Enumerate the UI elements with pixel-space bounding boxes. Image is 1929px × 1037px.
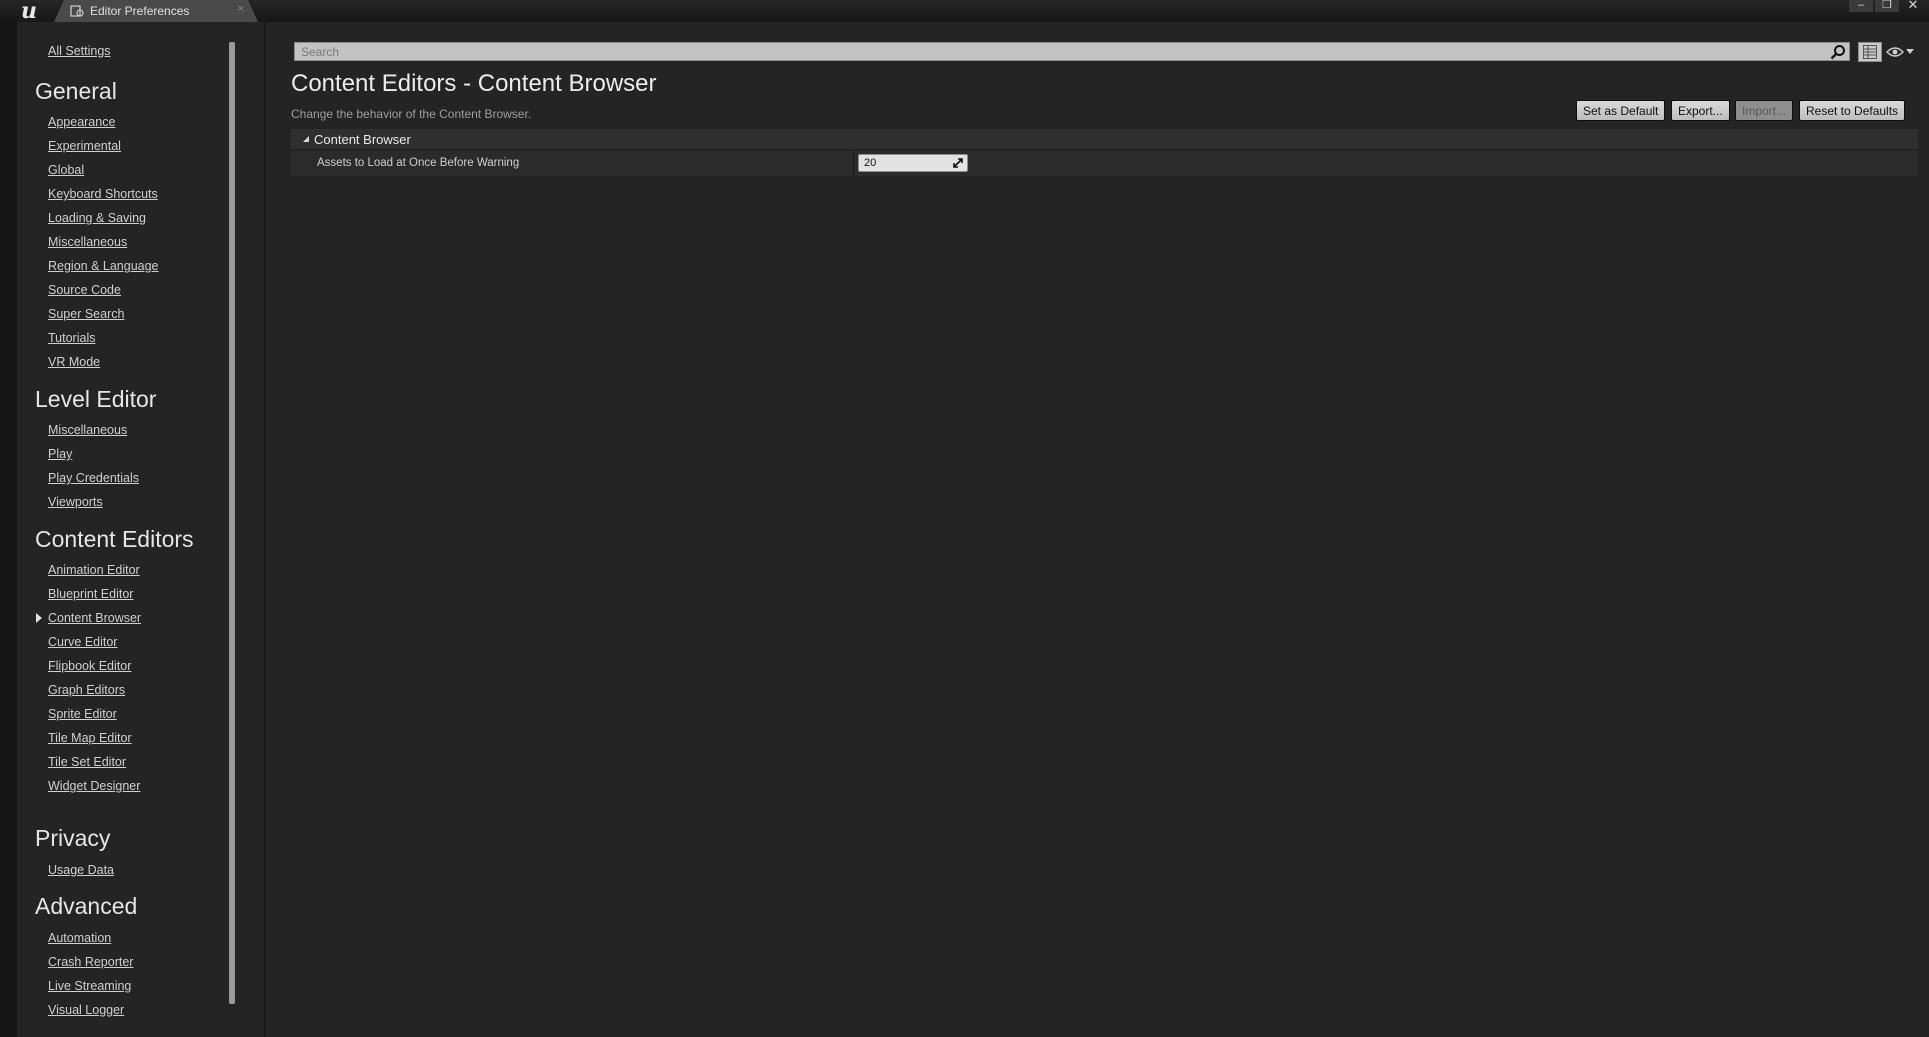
set-as-default-button[interactable]: Set as Default	[1576, 100, 1666, 121]
collapse-arrow-icon[interactable]	[303, 136, 309, 142]
category-label: Content Browser	[314, 131, 411, 147]
sidebar-item-play-credentials[interactable]: Play Credentials	[48, 471, 139, 485]
search-box	[294, 42, 1850, 61]
sidebar-item-region-language[interactable]: Region & Language	[48, 259, 159, 273]
sidebar-item-flipbook-editor[interactable]: Flipbook Editor	[48, 659, 131, 673]
sidebar-item-loading-saving[interactable]: Loading & Saving	[48, 211, 146, 225]
sidebar-item-tile-set-editor[interactable]: Tile Set Editor	[48, 755, 126, 769]
tab-label: Editor Preferences	[90, 4, 190, 18]
sidebar-item-animation-editor[interactable]: Animation Editor	[48, 563, 140, 577]
page-title: Content Editors - Content Browser	[291, 70, 657, 97]
sidebar-item-all-settings[interactable]: All Settings	[48, 44, 111, 58]
property-row: Assets to Load at Once Before Warning 20	[291, 151, 1918, 176]
section-advanced: Advanced	[35, 893, 138, 919]
section-level-editor: Level Editor	[35, 386, 157, 412]
eye-icon	[1886, 47, 1904, 57]
unreal-logo[interactable]: u	[14, 0, 44, 22]
section-privacy: Privacy	[35, 825, 111, 851]
search-icon[interactable]	[1830, 44, 1846, 60]
sidebar-item-source-code[interactable]: Source Code	[48, 283, 121, 297]
sidebar-item-crash-reporter[interactable]: Crash Reporter	[48, 955, 133, 969]
title-bar: u Editor Preferences × – ❐ ✕	[0, 0, 1929, 22]
spin-arrows-icon[interactable]	[951, 156, 965, 170]
import-button[interactable]: Import...	[1735, 100, 1794, 121]
sidebar-item-play[interactable]: Play	[48, 447, 72, 461]
sidebar-item-miscellaneous[interactable]: Miscellaneous	[48, 235, 127, 249]
page-description: Change the behavior of the Content Brows…	[291, 107, 532, 121]
sidebar-item-blueprint-editor[interactable]: Blueprint Editor	[48, 587, 133, 601]
sidebar-item-usage-data[interactable]: Usage Data	[48, 863, 114, 877]
sidebar-item-super-search[interactable]: Super Search	[48, 307, 124, 321]
sidebar-splitter[interactable]	[264, 22, 266, 1037]
sidebar-item-vr-mode[interactable]: VR Mode	[48, 355, 100, 369]
sidebar-item-automation[interactable]: Automation	[48, 931, 111, 945]
assets-to-load-value: 20	[864, 157, 877, 169]
assets-to-load-field[interactable]: 20	[858, 154, 968, 172]
minimize-icon[interactable]: –	[1849, 0, 1873, 12]
chevron-down-icon	[1906, 49, 1914, 54]
sidebar-item-viewports[interactable]: Viewports	[48, 495, 103, 509]
property-column-splitter[interactable]	[853, 151, 854, 176]
sidebar-item-global[interactable]: Global	[48, 163, 84, 177]
category-content-browser[interactable]: Content Browser	[291, 129, 1918, 149]
sidebar-item-experimental[interactable]: Experimental	[48, 139, 121, 153]
sidebar-scrollbar[interactable]	[229, 42, 235, 1004]
sidebar-item-live-streaming[interactable]: Live Streaming	[48, 979, 131, 993]
table-view-icon	[1863, 45, 1877, 59]
export-button[interactable]: Export...	[1671, 100, 1730, 121]
section-content-editors: Content Editors	[35, 526, 194, 552]
sidebar-item-tutorials[interactable]: Tutorials	[48, 331, 95, 345]
search-input[interactable]	[295, 43, 1849, 61]
sidebar-item-level-miscellaneous[interactable]: Miscellaneous	[48, 423, 127, 437]
table-view-button[interactable]	[1858, 42, 1882, 62]
window-controls: – ❐ ✕	[1849, 0, 1925, 12]
close-icon[interactable]: ✕	[1901, 0, 1925, 12]
sidebar-item-graph-editors[interactable]: Graph Editors	[48, 683, 125, 697]
view-options-button[interactable]	[1886, 44, 1918, 60]
property-label: Assets to Load at Once Before Warning	[317, 157, 520, 169]
sidebar-item-widget-designer[interactable]: Widget Designer	[48, 779, 140, 793]
editor-preferences-icon	[70, 4, 84, 18]
sidebar-item-visual-logger[interactable]: Visual Logger	[48, 1003, 124, 1017]
sidebar-item-content-browser[interactable]: Content Browser	[48, 611, 141, 625]
selected-arrow-icon	[36, 613, 42, 623]
sidebar-item-sprite-editor[interactable]: Sprite Editor	[48, 707, 117, 721]
reset-to-defaults-button[interactable]: Reset to Defaults	[1799, 100, 1906, 121]
sidebar-item-tile-map-editor[interactable]: Tile Map Editor	[48, 731, 132, 745]
sidebar-item-appearance[interactable]: Appearance	[48, 115, 115, 129]
tab-editor-preferences[interactable]: Editor Preferences ×	[54, 0, 258, 22]
sidebar-item-curve-editor[interactable]: Curve Editor	[48, 635, 117, 649]
left-edge-panel	[0, 22, 17, 1037]
tab-close-icon[interactable]: ×	[238, 3, 244, 15]
section-general: General	[35, 78, 117, 104]
maximize-icon[interactable]: ❐	[1875, 0, 1899, 12]
sidebar-item-keyboard-shortcuts[interactable]: Keyboard Shortcuts	[48, 187, 158, 201]
